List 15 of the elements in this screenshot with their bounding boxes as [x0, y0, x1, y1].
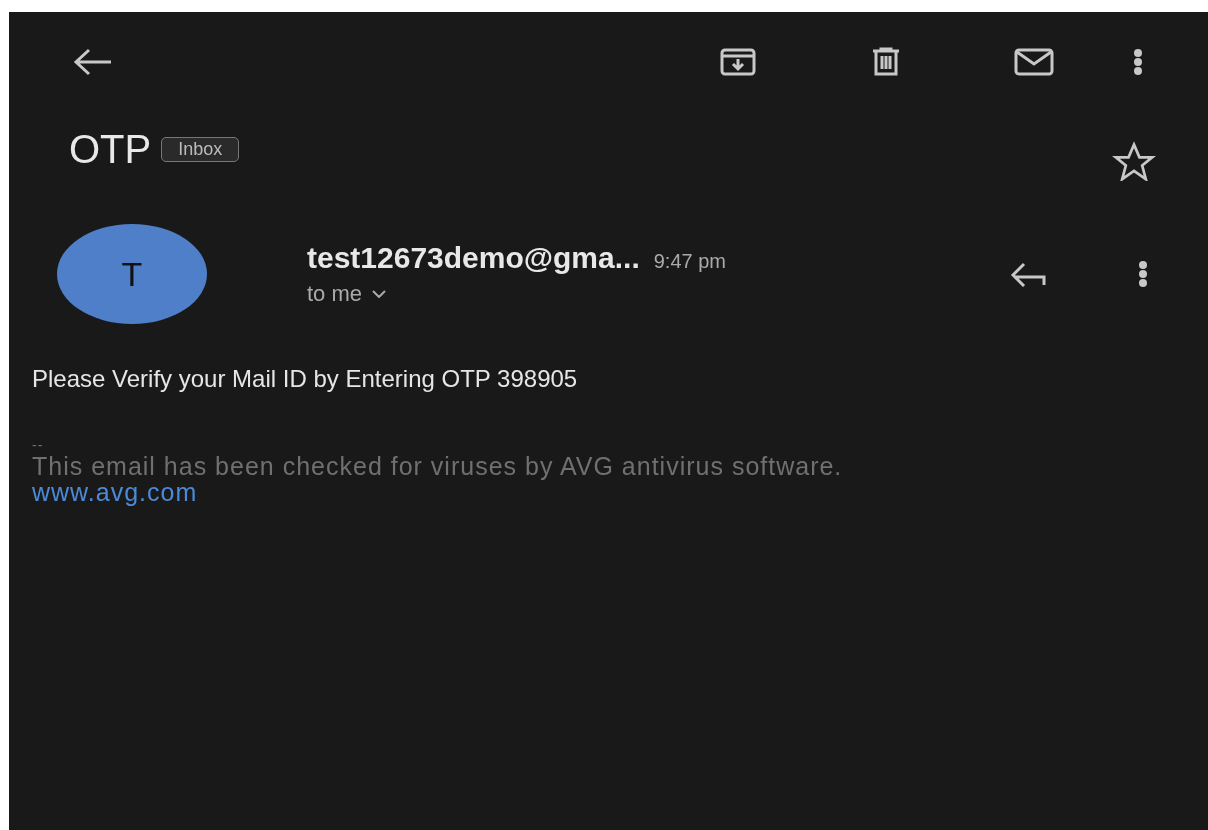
chevron-down-icon [372, 290, 387, 298]
signature-separator: -- [32, 437, 44, 453]
message-body: Please Verify your Mail ID by Entering OTP 398905 [31, 364, 579, 393]
star-icon[interactable] [1112, 140, 1156, 181]
email-subject: OTP [69, 127, 152, 172]
signature-text: This email has been checked for viruses by AVG antivirus software. [32, 453, 844, 479]
back-arrow-icon[interactable] [73, 48, 113, 76]
reply-icon[interactable] [1010, 261, 1046, 287]
inbox-label: Inbox [161, 137, 240, 162]
more-options-icon[interactable] [1138, 260, 1148, 288]
avatar: T [57, 224, 207, 324]
recipient-toggle[interactable]: to me [307, 281, 387, 307]
time: 9:47 pm [653, 250, 726, 273]
website-link[interactable]: www.avg.com [32, 478, 198, 506]
sender-address: test12673demo@gma... [307, 241, 640, 275]
